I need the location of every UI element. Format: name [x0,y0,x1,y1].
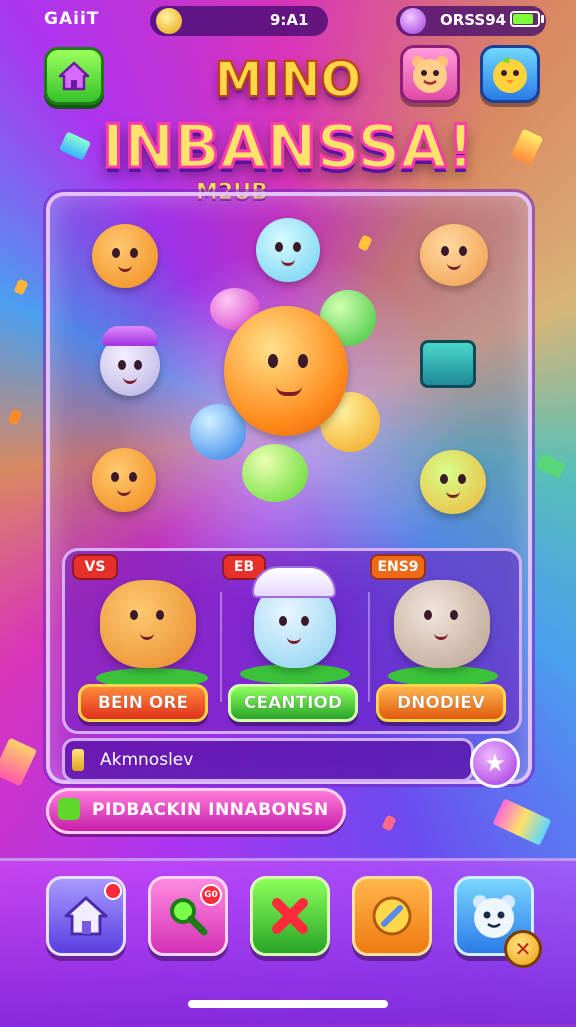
nav-close-button[interactable] [250,876,330,956]
home-notification-badge [104,882,122,900]
character-squirrel[interactable] [394,580,490,668]
battery-fill [513,14,533,24]
favorite-button[interactable]: ★ [470,738,520,788]
creature-cat-top-center[interactable] [256,218,320,282]
search-notification-badge: G0 [200,884,222,906]
select-character-2-button[interactable]: CEANTIOD [228,684,358,722]
orb-green-bottom [242,444,308,502]
nav-edit-button[interactable] [352,876,432,956]
character-tag-1: VS [72,554,118,580]
home-indicator[interactable] [188,1000,388,1008]
center-mascot[interactable] [224,306,348,436]
name-input-value: Akmnoslev [100,750,194,770]
star-icon: ★ [484,749,506,777]
creature-hat [102,326,158,346]
divider-1 [220,592,222,702]
character-dog[interactable] [100,580,196,668]
pedestal-3 [388,666,498,686]
edit-icon [372,896,412,936]
pencil-icon [72,749,84,771]
chef-hat [252,566,336,598]
coin-value: 9:A1 [270,11,309,29]
creature-cat-bottom-left[interactable] [92,448,156,512]
game-title-line1: MINO [214,51,363,109]
creature-bear-top-right[interactable] [420,224,488,286]
divider-2 [368,592,370,702]
sparkle-4 [7,408,23,426]
select-character-3-button[interactable]: DNODIEV [376,684,506,722]
sparkle-1 [13,278,29,296]
creature-dragon-bottom-right[interactable] [420,450,486,514]
sparkle-5 [535,453,567,479]
close-icon [272,898,308,934]
battery-tip [541,15,544,23]
sparkle-6 [492,798,552,846]
home-icon [64,896,108,936]
coin-icon [156,8,182,34]
sparkle-9 [381,814,397,832]
select-character-1-button[interactable]: BEIN ORE [78,684,208,722]
character-tag-3: ENS9 [370,554,426,580]
gem-icon [400,8,426,34]
banner-badge-icon [58,798,80,820]
creature-cat-top-left[interactable] [92,224,158,288]
promo-banner-label: PIDBACKIN INNABONSN [92,800,329,820]
profile-close-badge[interactable]: ✕ [504,930,542,968]
close-x-icon: ✕ [514,937,532,961]
gem-value: ORSS94 [440,11,507,29]
robot-right[interactable] [420,340,476,388]
carrier-label: GAiiT [44,9,100,29]
sparkle-7 [0,737,38,787]
